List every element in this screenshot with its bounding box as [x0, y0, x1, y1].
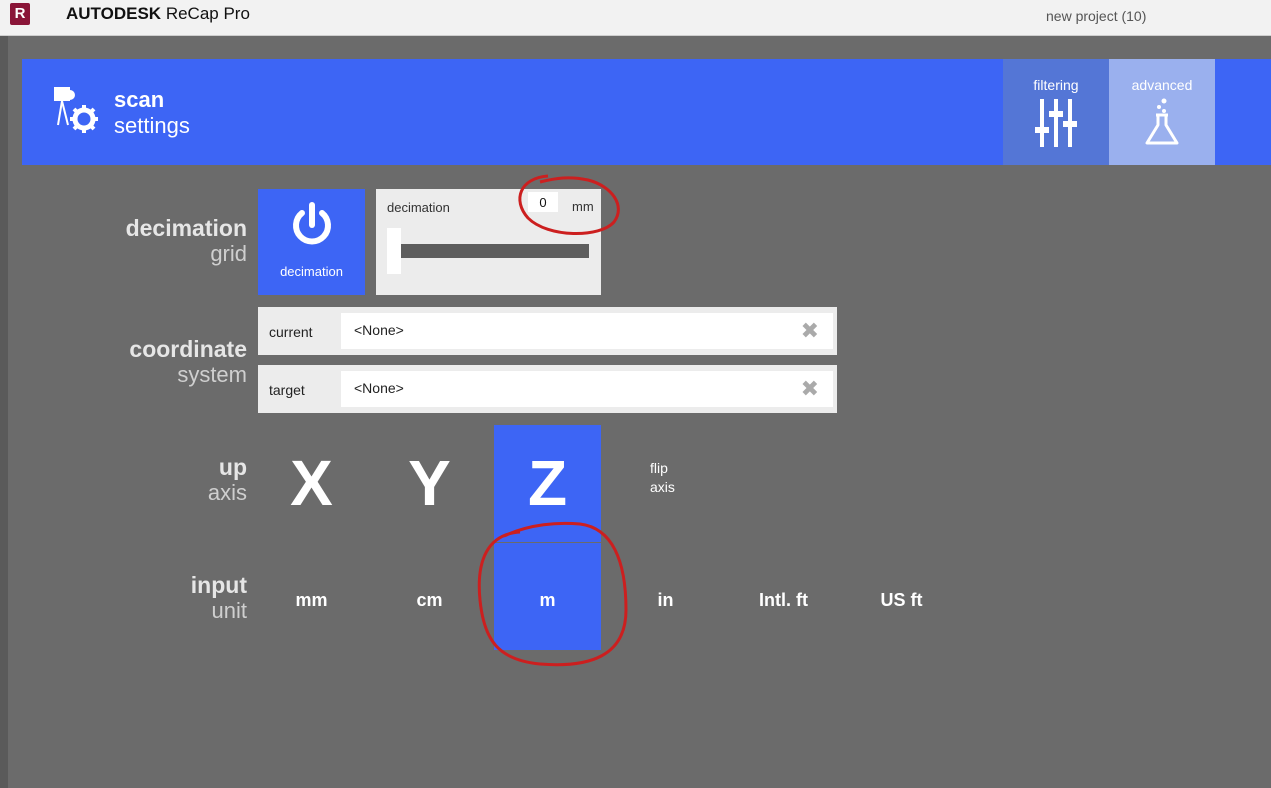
unit-intl-ft-button[interactable]: Intl. ft: [730, 543, 837, 650]
target-cs-label: target: [269, 382, 305, 398]
current-cs-value: <None>: [354, 322, 404, 338]
tab-filtering[interactable]: filtering: [1003, 59, 1109, 165]
input-unit-label-normal: unit: [211, 598, 247, 623]
decimation-panel-label: decimation: [387, 200, 450, 215]
target-cs-field[interactable]: <None> ✖: [341, 371, 833, 407]
power-icon: [292, 202, 331, 245]
up-axis-label-bold: up: [218, 454, 247, 480]
flask-icon: [1145, 98, 1179, 145]
tab-advanced-label: advanced: [1131, 77, 1193, 93]
tab-filtering-label: filtering: [1033, 77, 1079, 93]
app-title: AUTODESK ReCap Pro: [66, 4, 250, 24]
product-name: ReCap Pro: [165, 4, 250, 23]
flip-axis-line2: axis: [650, 479, 675, 495]
input-unit-label-bold: input: [190, 572, 247, 598]
current-cs-field[interactable]: <None> ✖: [341, 313, 833, 349]
axis-x-button[interactable]: X: [258, 425, 365, 542]
target-cs-row: target <None> ✖: [258, 365, 837, 413]
axis-y-button[interactable]: Y: [376, 425, 483, 542]
decimation-slider-track[interactable]: [401, 244, 589, 258]
target-cs-value: <None>: [354, 380, 404, 396]
scan-settings-header: scan settings filtering advanced: [22, 59, 1271, 165]
clear-current-cs-icon[interactable]: ✖: [801, 320, 819, 342]
unit-mm-button[interactable]: mm: [258, 543, 365, 650]
current-cs-row: current <None> ✖: [258, 307, 837, 355]
up-axis-section-label: up axis: [208, 454, 247, 506]
coordinate-label-bold: coordinate: [129, 336, 247, 362]
flip-axis-line1: flip: [650, 460, 668, 476]
decimation-section-label: decimation grid: [126, 215, 247, 267]
header-title: scan settings: [114, 87, 190, 139]
title-bar: R AUTODESK ReCap Pro new project (10): [0, 0, 1271, 36]
header-title-normal: settings: [114, 113, 190, 138]
header-title-bold: scan: [114, 87, 165, 112]
project-name: new project (10): [1046, 8, 1147, 24]
recap-app-icon: R: [10, 3, 30, 25]
scan-settings-icon: [54, 87, 98, 133]
decimation-toggle-label: decimation: [280, 264, 343, 279]
decimation-panel: decimation mm: [376, 189, 601, 295]
flip-axis-button[interactable]: flip axis: [650, 459, 675, 497]
current-cs-label: current: [269, 324, 313, 340]
unit-cm-button[interactable]: cm: [376, 543, 483, 650]
decimation-unit: mm: [572, 199, 594, 214]
sliders-icon: [1035, 99, 1077, 147]
unit-in-button[interactable]: in: [612, 543, 719, 650]
clear-target-cs-icon[interactable]: ✖: [801, 378, 819, 400]
tab-advanced[interactable]: advanced: [1109, 59, 1215, 165]
decimation-toggle-button[interactable]: decimation: [258, 189, 365, 295]
coordinate-label-normal: system: [177, 362, 247, 387]
brand-name: AUTODESK: [66, 4, 162, 23]
coordinate-section-label: coordinate system: [129, 336, 247, 388]
unit-m-button[interactable]: m: [494, 543, 601, 650]
axis-z-button[interactable]: Z: [494, 425, 601, 542]
decimation-label-normal: grid: [210, 241, 247, 266]
decimation-slider-thumb[interactable]: [387, 228, 401, 274]
left-edge: [0, 36, 8, 788]
decimation-label-bold: decimation: [125, 215, 247, 241]
unit-us-ft-button[interactable]: US ft: [848, 543, 955, 650]
decimation-value-input[interactable]: [528, 192, 558, 212]
input-unit-section-label: input unit: [191, 572, 247, 624]
up-axis-label-normal: axis: [207, 480, 247, 505]
